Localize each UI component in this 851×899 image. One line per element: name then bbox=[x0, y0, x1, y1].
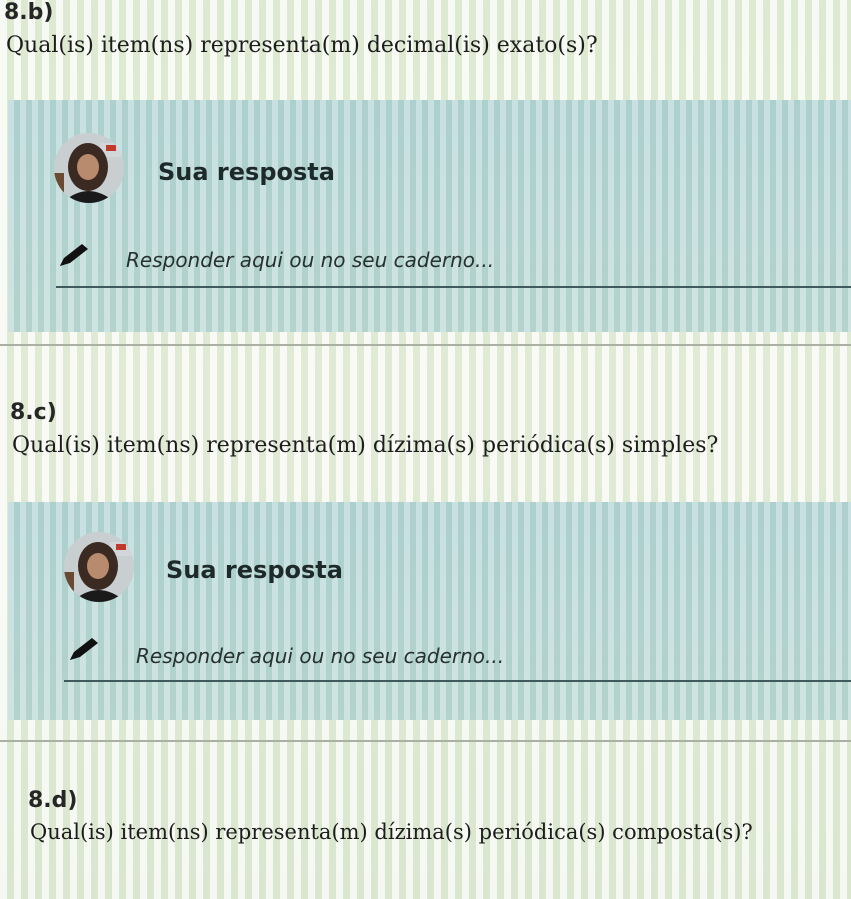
answer-input[interactable]: Responder aqui ou no seu caderno... bbox=[136, 644, 504, 668]
response-title: Sua resposta bbox=[166, 556, 343, 584]
answer-underline bbox=[64, 680, 851, 682]
question-text: Qual(is) item(ns) representa(m) dízima(s… bbox=[30, 820, 753, 844]
user-avatar bbox=[64, 532, 134, 602]
answer-card-8b: Sua resposta Responder aqui ou no seu ca… bbox=[8, 100, 851, 332]
section-divider bbox=[0, 740, 851, 742]
user-avatar bbox=[54, 133, 124, 203]
response-title: Sua resposta bbox=[158, 158, 335, 186]
avatar-photo-icon bbox=[64, 532, 134, 602]
pencil-icon bbox=[70, 638, 98, 660]
section-divider bbox=[0, 344, 851, 346]
answer-underline bbox=[56, 286, 851, 288]
question-label: 8.b) bbox=[4, 0, 54, 25]
pencil-icon bbox=[60, 244, 88, 266]
question-label: 8.d) bbox=[28, 788, 78, 813]
question-text: Qual(is) item(ns) representa(m) decimal(… bbox=[6, 33, 598, 58]
answer-card-8c: Sua resposta Responder aqui ou no seu ca… bbox=[8, 502, 851, 720]
question-label: 8.c) bbox=[10, 400, 57, 425]
avatar-photo-icon bbox=[54, 133, 124, 203]
answer-input[interactable]: Responder aqui ou no seu caderno... bbox=[126, 248, 494, 272]
question-text: Qual(is) item(ns) representa(m) dízima(s… bbox=[12, 433, 719, 458]
